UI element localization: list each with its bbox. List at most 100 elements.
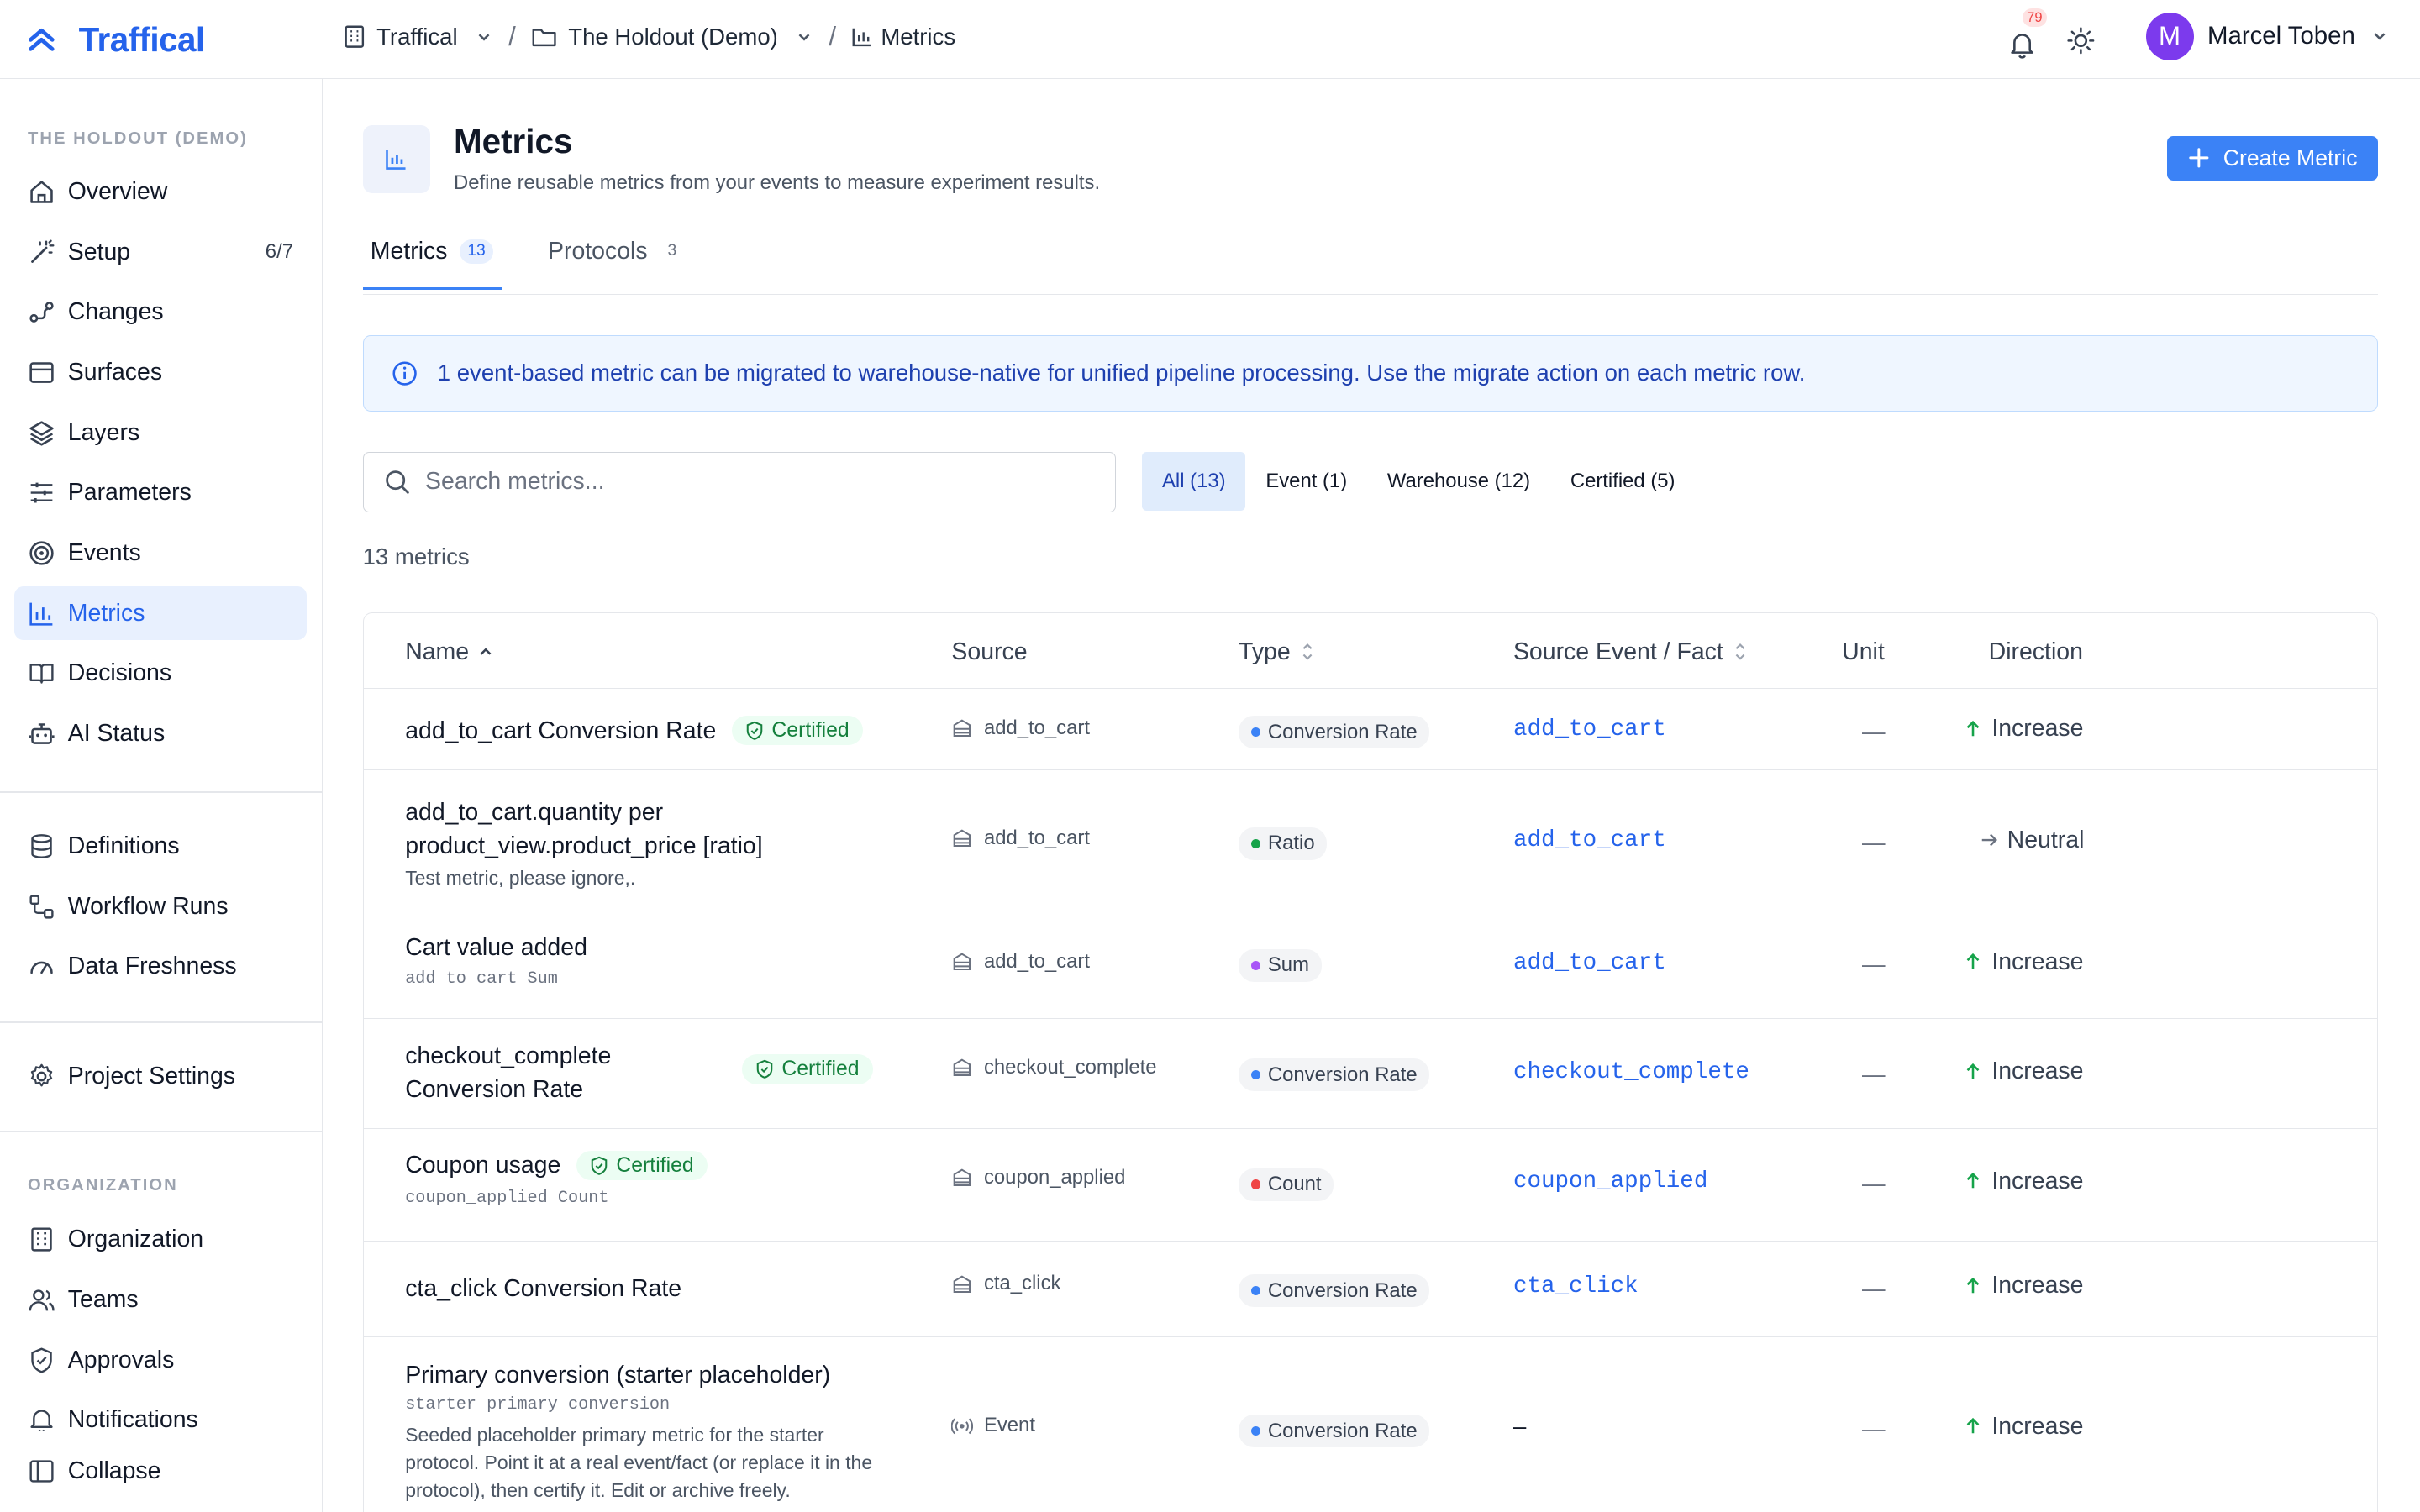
- type-label: Conversion Rate: [1267, 1063, 1418, 1086]
- table-row[interactable]: Cart value added add_to_cart Sum add_to_…: [363, 911, 2378, 1020]
- sidebar-item-metrics[interactable]: Metrics: [13, 585, 308, 641]
- bar-chart-icon: [382, 145, 410, 173]
- plus-icon: [2188, 147, 2210, 169]
- logo[interactable]: Traffical: [26, 20, 205, 60]
- source-event-link[interactable]: checkout_complete: [1513, 1059, 1749, 1085]
- table-icon: [951, 827, 973, 849]
- notifications-button[interactable]: 79: [2004, 8, 2048, 59]
- type-dot: [1250, 1286, 1260, 1296]
- sidebar-project-label: THE HOLDOUT (DEMO): [28, 129, 248, 149]
- migration-info-banner: 1 event-based metric can be migrated to …: [362, 334, 2379, 412]
- sidebar-item-decisions[interactable]: Decisions: [14, 647, 308, 701]
- breadcrumb-project[interactable]: The Holdout (Demo): [531, 24, 813, 50]
- arrow-up-icon: [1964, 1063, 1982, 1081]
- metric-name[interactable]: Cart value added: [405, 931, 587, 964]
- column-label: Type: [1239, 638, 1291, 665]
- page-header-icon: [362, 124, 431, 193]
- sidebar-item-label: Overview: [67, 178, 168, 206]
- sort-icon: [1731, 641, 1749, 663]
- column-label: Direction: [1988, 638, 2083, 665]
- sidebar-item-changes[interactable]: Changes: [14, 286, 308, 339]
- table-row[interactable]: add_to_cart.quantity per product_view.pr…: [363, 770, 2378, 911]
- tab-label: Protocols: [548, 237, 648, 265]
- sidebar-collapse-button[interactable]: Collapse: [14, 1444, 308, 1498]
- certified-badge: Certified: [741, 1054, 874, 1084]
- tab-protocols[interactable]: Protocols 3: [548, 238, 684, 265]
- gauge-icon: [28, 953, 55, 980]
- direction-label: Increase: [1991, 1167, 2084, 1194]
- sidebar-item-organization[interactable]: Organization: [14, 1213, 308, 1267]
- sidebar-item-definitions[interactable]: Definitions: [14, 819, 308, 873]
- column-header-source-event[interactable]: Source Event / Fact: [1513, 638, 1749, 666]
- source-event-link[interactable]: cta_click: [1513, 1273, 1639, 1299]
- breadcrumb-org-label: Traffical: [376, 23, 458, 50]
- metric-unit: —: [1862, 829, 1886, 856]
- sidebar-item-label: Workflow Runs: [67, 892, 229, 920]
- sidebar-item-data-freshness[interactable]: Data Freshness: [14, 940, 308, 994]
- sidebar-item-label: Parameters: [67, 479, 192, 507]
- sidebar-item-events[interactable]: Events: [14, 526, 308, 580]
- metric-name[interactable]: add_to_cart Conversion Rate: [405, 714, 716, 748]
- sidebar-item-layers[interactable]: Layers: [14, 406, 308, 459]
- direction-label: Neutral: [2007, 826, 2085, 853]
- tab-count-badge: 13: [460, 239, 493, 264]
- column-header-type[interactable]: Type: [1239, 638, 1317, 666]
- workflow-icon: [28, 893, 55, 921]
- breadcrumb-org[interactable]: Traffical: [343, 24, 493, 50]
- metric-key: starter_primary_conversion: [405, 1395, 671, 1415]
- table-row[interactable]: Primary conversion (starter placeholder)…: [364, 1337, 2378, 1512]
- column-header-name[interactable]: Name: [405, 638, 495, 666]
- type-label: Conversion Rate: [1267, 1278, 1418, 1302]
- source-label: coupon_applied: [983, 1165, 1126, 1189]
- avatar: M: [2145, 12, 2194, 60]
- sidebar-item-parameters[interactable]: Parameters: [14, 466, 308, 520]
- type-dot: [1250, 727, 1260, 738]
- type-label: Ratio: [1267, 832, 1315, 855]
- filter-warehouse[interactable]: Warehouse (12): [1367, 452, 1550, 511]
- source-event-link[interactable]: coupon_applied: [1513, 1168, 1707, 1194]
- filter-all[interactable]: All (13): [1142, 452, 1246, 511]
- search-input[interactable]: Search metrics...: [362, 452, 1116, 512]
- metric-name[interactable]: cta_click Conversion Rate: [405, 1275, 681, 1302]
- table-row[interactable]: Coupon usage Certified coupon_applied Co…: [363, 1129, 2378, 1242]
- sidebar-item-approvals[interactable]: Approvals: [14, 1333, 308, 1387]
- banner-text: 1 event-based metric can be migrated to …: [437, 360, 1806, 386]
- sidebar-item-label: Surfaces: [67, 359, 163, 386]
- metric-name[interactable]: Primary conversion (starter placeholder): [405, 1358, 883, 1392]
- filter-certified[interactable]: Certified (5): [1550, 452, 1695, 511]
- metric-unit: —: [1862, 1415, 1886, 1442]
- bar-chart-icon: [28, 600, 55, 627]
- sidebar-divider: [0, 1021, 323, 1023]
- metric-name[interactable]: checkout_complete Conversion Rate: [405, 1039, 637, 1107]
- create-metric-button[interactable]: Create Metric: [2166, 135, 2379, 181]
- bot-icon: [28, 720, 55, 748]
- metric-name[interactable]: add_to_cart.quantity per product_view.pr…: [405, 795, 868, 864]
- sidebar-divider: [0, 1131, 323, 1133]
- shield-check-icon: [745, 721, 764, 741]
- sidebar-item-setup[interactable]: Setup 6/7: [14, 225, 308, 279]
- theme-toggle-button[interactable]: [2065, 25, 2099, 59]
- metric-key: add_to_cart Sum: [405, 969, 558, 990]
- radio-icon: [951, 1415, 974, 1437]
- sidebar-item-teams[interactable]: Teams: [14, 1273, 308, 1326]
- table-row[interactable]: checkout_complete Conversion Rate Certif…: [363, 1019, 2378, 1129]
- metric-name[interactable]: Coupon usage: [405, 1148, 560, 1182]
- table-row[interactable]: add_to_cart Conversion Rate Certified ad…: [363, 690, 2378, 771]
- sidebar-item-ai-status[interactable]: AI Status: [14, 706, 308, 760]
- column-label: Name: [405, 638, 470, 665]
- table-row[interactable]: cta_click Conversion Rate cta_click Conv…: [363, 1242, 2378, 1337]
- sidebar-item-surfaces[interactable]: Surfaces: [14, 345, 308, 399]
- source-event-link[interactable]: add_to_cart: [1513, 950, 1666, 976]
- sidebar-divider: [0, 791, 323, 794]
- user-menu[interactable]: M Marcel Toben: [2145, 12, 2390, 60]
- sidebar-item-overview[interactable]: Overview: [14, 165, 308, 219]
- sidebar-item-project-settings[interactable]: Project Settings: [14, 1049, 308, 1103]
- metric-source: Event: [951, 1414, 1035, 1437]
- source-event-link[interactable]: add_to_cart: [1513, 827, 1666, 853]
- chevron-down-icon: [795, 28, 813, 46]
- source-event-link[interactable]: add_to_cart: [1513, 717, 1666, 743]
- metric-unit: —: [1862, 951, 1886, 978]
- sidebar-item-workflow-runs[interactable]: Workflow Runs: [14, 879, 308, 933]
- tab-metrics[interactable]: Metrics 13: [371, 238, 493, 265]
- filter-event[interactable]: Event (1): [1245, 452, 1367, 511]
